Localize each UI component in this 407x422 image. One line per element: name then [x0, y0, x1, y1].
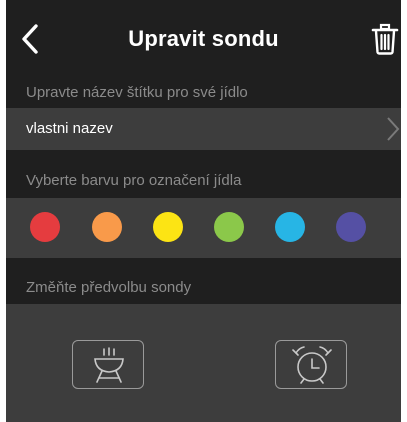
trash-icon	[371, 23, 399, 55]
divider	[6, 150, 401, 164]
alarm-preset-button[interactable]	[275, 340, 347, 389]
header-bar: Upravit sondu	[6, 0, 401, 79]
preset-options	[6, 304, 401, 422]
label-section-heading: Upravte název štítku pro své jídlo	[6, 78, 401, 108]
color-swatch-blue[interactable]	[275, 212, 305, 242]
divider	[6, 258, 401, 272]
delete-button[interactable]	[369, 22, 401, 56]
color-picker-row	[6, 198, 401, 258]
food-name-field[interactable]: vlastni nazev	[6, 108, 401, 150]
color-swatch-green[interactable]	[214, 212, 244, 242]
color-swatch-yellow[interactable]	[153, 212, 183, 242]
color-swatch-orange[interactable]	[92, 212, 122, 242]
color-swatch-purple[interactable]	[336, 212, 366, 242]
page-title: Upravit sondu	[128, 26, 279, 51]
color-section-heading: Vyberte barvu pro označení jídla	[6, 164, 401, 198]
grill-preset-button[interactable]	[72, 340, 144, 389]
preset-section-heading: Změňte předvolbu sondy	[6, 272, 401, 304]
edit-probe-screen: Upravit sondu Upravte název štítku pro s…	[0, 0, 407, 422]
food-name-value: vlastni nazev	[26, 120, 113, 137]
chevron-right-icon	[387, 117, 400, 141]
color-swatch-red[interactable]	[30, 212, 60, 242]
grill-icon	[94, 347, 124, 383]
alarm-clock-icon	[292, 346, 332, 384]
